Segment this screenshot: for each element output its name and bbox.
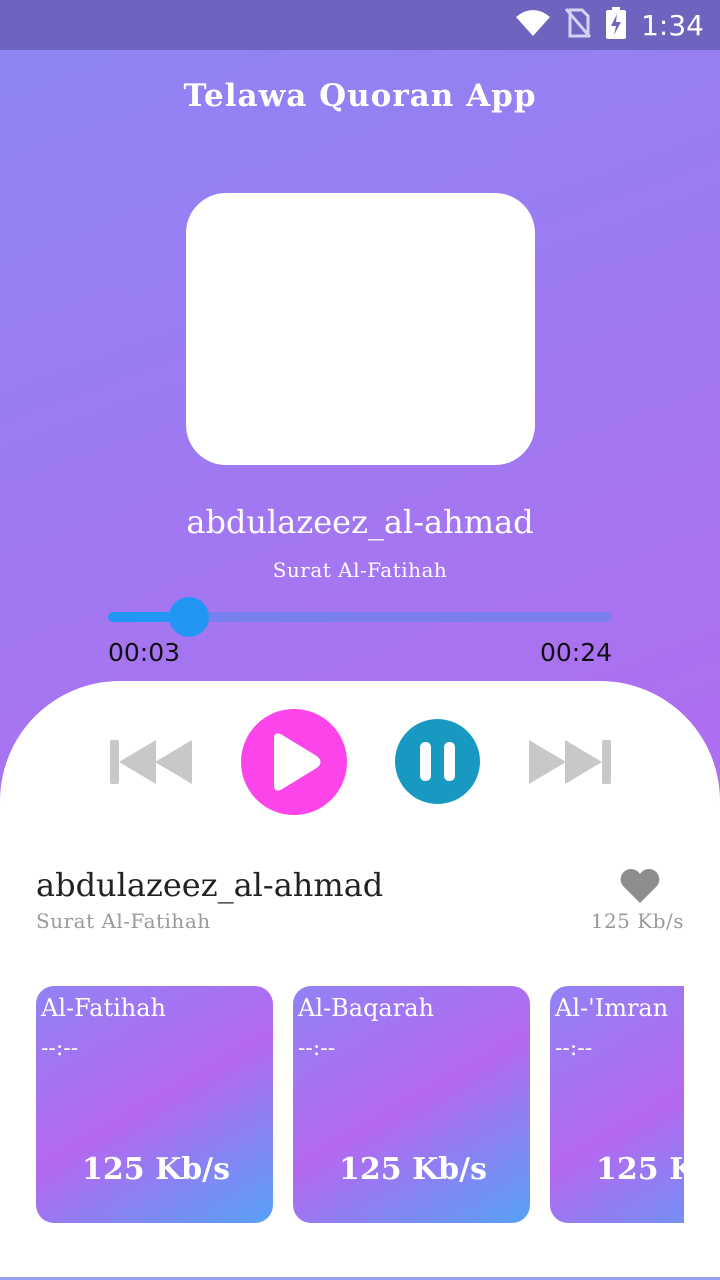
heart-icon (620, 869, 660, 903)
surah-card-title: Al-Fatihah (41, 994, 166, 1022)
wifi-icon (515, 9, 551, 41)
total-time: 00:24 (539, 638, 612, 667)
surah-card-title: Al-Baqarah (298, 994, 434, 1022)
surah-name: Surat Al-Fatihah (272, 558, 448, 582)
surah-card-duration: --:-- (298, 1036, 336, 1061)
status-time: 1:34 (641, 8, 704, 42)
no-sim-icon (564, 8, 592, 42)
surah-card-al-fatihah[interactable]: Al-Fatihah --:-- 125 Kb/s (36, 986, 273, 1223)
now-playing-bitrate: 125 Kb/s (590, 909, 684, 933)
play-icon (274, 733, 321, 791)
album-artwork (186, 193, 535, 465)
battery-charging-icon (605, 7, 627, 43)
pause-icon (420, 742, 455, 781)
now-playing-surah: Surat Al-Fatihah (36, 909, 211, 933)
surah-card-title: Al-'Imran (555, 994, 669, 1022)
surah-card-al-baqarah[interactable]: Al-Baqarah --:-- 125 Kb/s (293, 986, 530, 1223)
surah-card-duration: --:-- (41, 1036, 79, 1061)
surah-card-duration: --:-- (555, 1036, 593, 1061)
current-time: 00:03 (108, 638, 181, 667)
next-button[interactable] (527, 738, 611, 786)
pause-button[interactable] (395, 719, 480, 804)
app-title: Telawa Quoran App (183, 78, 537, 114)
seek-bar-thumb[interactable] (168, 597, 209, 637)
skip-next-icon (529, 740, 611, 784)
surah-card-bitrate: 125 Kb/s (596, 1152, 684, 1187)
status-bar: 1:34 (0, 0, 720, 50)
previous-button[interactable] (110, 738, 194, 786)
surah-card-al-imran[interactable]: Al-'Imran --:-- 125 Kb/s (550, 986, 684, 1223)
sound-wave-icon (197, 260, 522, 420)
favorite-button[interactable] (620, 868, 660, 904)
surah-card-bitrate: 125 Kb/s (339, 1152, 487, 1187)
now-playing-reciter: abdulazeez_al-ahmad (36, 866, 384, 904)
reciter-name: abdulazeez_al-ahmad (186, 503, 534, 541)
play-button[interactable] (241, 709, 347, 815)
surah-card-bitrate: 125 Kb/s (82, 1152, 230, 1187)
skip-previous-icon (110, 740, 192, 784)
surah-list: Al-Fatihah --:-- 125 Kb/s Al-Baqarah --:… (36, 986, 684, 1224)
